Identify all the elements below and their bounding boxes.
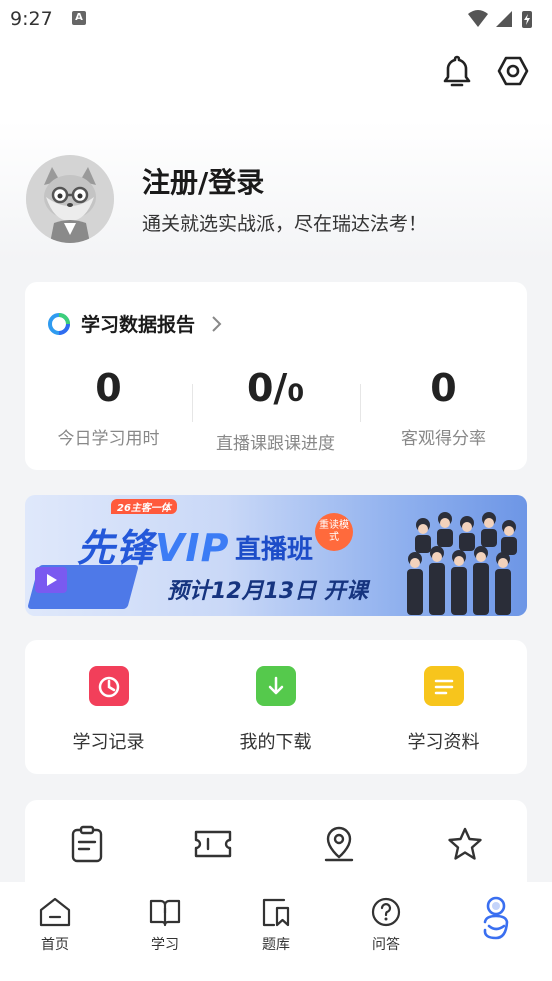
avatar[interactable] — [26, 155, 114, 243]
banner-tag: 26主客一体 — [111, 499, 177, 514]
profile-icon — [483, 896, 509, 940]
study-record-button[interactable]: 学习记录 — [25, 666, 192, 754]
clipboard-icon[interactable] — [67, 824, 107, 864]
stat-today-time: 0 今日学习用时 — [57, 366, 160, 449]
profile-slogan: 通关就选实战派，尽在瑞达法考！ — [142, 213, 428, 235]
download-icon — [255, 666, 296, 706]
report-title: 学习数据报告 — [81, 314, 196, 336]
status-time: 9:27 — [10, 8, 53, 30]
banner-subtitle: 直播班 — [235, 535, 314, 565]
tab-question-bank[interactable]: 题库 — [246, 896, 306, 954]
study-report-card[interactable]: 学习数据报告 0 今日学习用时 0/0 直播课跟课进度 0 客观得分率 — [25, 282, 527, 470]
report-logo-icon — [48, 312, 70, 335]
bell-icon[interactable] — [440, 52, 474, 90]
tools-card: 学习记录 我的下载 学习资料 — [25, 640, 527, 774]
clock-icon — [88, 666, 129, 706]
profile-section[interactable]: 注册/登录 通关就选实战派，尽在瑞达法考！ — [26, 155, 526, 247]
banner-badge: 重读模式 — [315, 513, 353, 551]
teachers-image — [407, 512, 517, 615]
wifi-icon — [468, 10, 488, 27]
question-icon — [371, 897, 401, 927]
book-icon — [149, 899, 181, 927]
signal-icon — [496, 11, 512, 27]
tab-profile[interactable] — [466, 896, 526, 958]
star-icon[interactable] — [445, 824, 485, 864]
banner-title: 先锋VIP — [77, 526, 230, 570]
tab-qa[interactable]: 问答 — [356, 896, 416, 954]
bottom-tab-bar: 首页 学习 题库 问答 — [0, 882, 552, 981]
status-right — [466, 8, 542, 34]
login-title[interactable]: 注册/登录 — [142, 161, 264, 201]
status-bar: 9:27 A — [0, 0, 552, 40]
document-icon — [423, 666, 464, 706]
location-icon[interactable] — [319, 824, 359, 864]
home-icon — [39, 897, 71, 927]
stat-live-progress: 0/0 直播课跟课进度 — [216, 366, 335, 454]
banner-date: 预计12月13日 开课 — [167, 579, 368, 604]
battery-icon — [522, 11, 532, 28]
promo-banner[interactable]: 26主客一体 先锋VIP 直播班 重读模式 预计12月13日 开课 — [25, 495, 527, 616]
play-icon — [35, 567, 67, 593]
settings-icon[interactable] — [496, 52, 530, 90]
ticket-icon[interactable] — [193, 824, 233, 864]
study-materials-button[interactable]: 学习资料 — [360, 666, 527, 754]
my-downloads-button[interactable]: 我的下载 — [192, 666, 359, 754]
chevron-right-icon — [212, 315, 222, 332]
tab-home[interactable]: 首页 — [25, 896, 85, 954]
stat-objective-score: 0 客观得分率 — [401, 366, 486, 449]
bookmark-icon — [262, 898, 290, 927]
report-header[interactable]: 学习数据报告 — [47, 310, 223, 337]
tab-study[interactable]: 学习 — [135, 896, 195, 954]
notification-icon: A — [72, 11, 86, 25]
